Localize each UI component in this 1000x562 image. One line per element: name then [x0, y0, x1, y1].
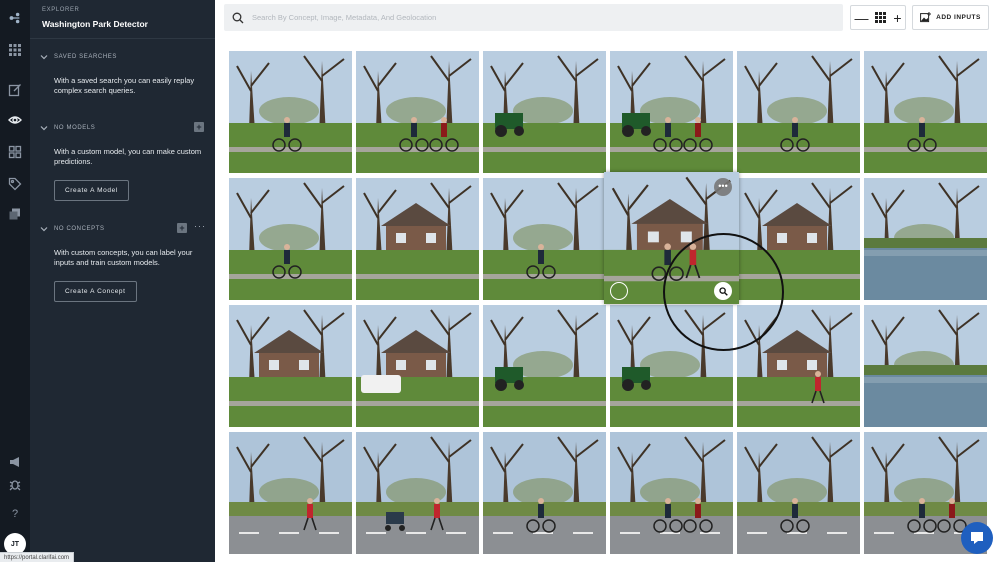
add-inputs-label: Add Inputs — [936, 14, 981, 21]
add-inputs-button[interactable]: Add Inputs — [912, 5, 989, 30]
copy-icon[interactable] — [7, 206, 23, 222]
image-tile[interactable] — [229, 178, 352, 300]
add-image-icon — [920, 12, 932, 23]
image-tile[interactable] — [483, 432, 606, 554]
zoom-out-button[interactable]: — — [854, 11, 868, 25]
concepts-header[interactable]: No Concepts — [40, 225, 105, 233]
add-model-icon[interactable]: + — [194, 122, 204, 132]
image-tile[interactable] — [864, 51, 987, 173]
chat-icon — [971, 532, 983, 544]
create-concept-button[interactable]: Create A Concept — [54, 281, 137, 302]
models-text: With a custom model, you can make custom… — [54, 147, 202, 166]
help-icon[interactable]: ? — [7, 506, 23, 522]
image-tile[interactable] — [483, 51, 606, 173]
megaphone-icon[interactable] — [7, 454, 23, 470]
section-eyebrow: Explorer — [42, 7, 80, 13]
image-tile[interactable] — [356, 178, 479, 300]
saved-searches-header[interactable]: Saved Searches — [40, 53, 117, 61]
image-tile[interactable] — [229, 432, 352, 554]
concepts-heading: No Concepts — [54, 226, 105, 232]
sidebar-divider — [30, 38, 215, 39]
edit-icon[interactable] — [7, 82, 23, 98]
dashboard-icon[interactable] — [7, 144, 23, 160]
image-tile[interactable] — [737, 51, 860, 173]
image-tile[interactable] — [483, 305, 606, 427]
image-tile[interactable] — [229, 305, 352, 427]
more-options-icon[interactable]: ••• — [714, 178, 732, 196]
search-input[interactable] — [252, 13, 812, 22]
eye-icon[interactable] — [7, 112, 23, 128]
saved-searches-heading: Saved Searches — [54, 54, 117, 60]
image-tile[interactable] — [356, 432, 479, 554]
apps-grid-icon[interactable] — [7, 42, 23, 58]
add-concept-icon[interactable]: + — [177, 223, 187, 233]
project-title: Washington Park Detector — [42, 19, 148, 29]
create-model-button[interactable]: Create A Model — [54, 180, 129, 201]
search-bar[interactable] — [224, 4, 843, 31]
search-icon — [224, 4, 252, 31]
concepts-text: With custom concepts, you can label your… — [54, 248, 193, 267]
grid-zoom-control: — + — [850, 5, 906, 30]
tag-icon[interactable] — [7, 176, 23, 192]
app-window: ? JT Explorer Washington Park Detector S… — [0, 0, 1000, 562]
image-tile[interactable] — [356, 51, 479, 173]
chevron-down-icon — [40, 227, 48, 232]
zoom-icon[interactable] — [714, 282, 732, 300]
select-checkbox[interactable] — [610, 282, 628, 300]
chevron-down-icon — [40, 126, 48, 131]
models-heading: No Models — [54, 125, 96, 131]
models-header[interactable]: No Models — [40, 124, 95, 132]
image-tile[interactable] — [356, 305, 479, 427]
image-tile[interactable] — [610, 432, 733, 554]
icon-rail: ? JT — [0, 0, 30, 562]
image-tile[interactable] — [229, 51, 352, 173]
status-url: https://portal.clarifai.com — [0, 552, 75, 562]
image-tile[interactable] — [483, 178, 606, 300]
image-tile[interactable] — [864, 178, 987, 300]
sidebar: Explorer Washington Park Detector Saved … — [30, 0, 215, 562]
zoom-in-button[interactable]: + — [893, 11, 901, 25]
image-tile[interactable] — [864, 305, 987, 427]
image-tile[interactable] — [610, 51, 733, 173]
chat-support-button[interactable] — [961, 522, 993, 554]
more-options-icon[interactable]: ··· — [194, 221, 206, 231]
grid-size-icon[interactable] — [875, 12, 887, 23]
logo-icon[interactable] — [7, 10, 23, 26]
chevron-down-icon — [40, 55, 48, 60]
image-tile[interactable] — [737, 432, 860, 554]
saved-searches-text: With a saved search you can easily repla… — [54, 76, 195, 95]
bug-icon[interactable] — [7, 476, 23, 492]
